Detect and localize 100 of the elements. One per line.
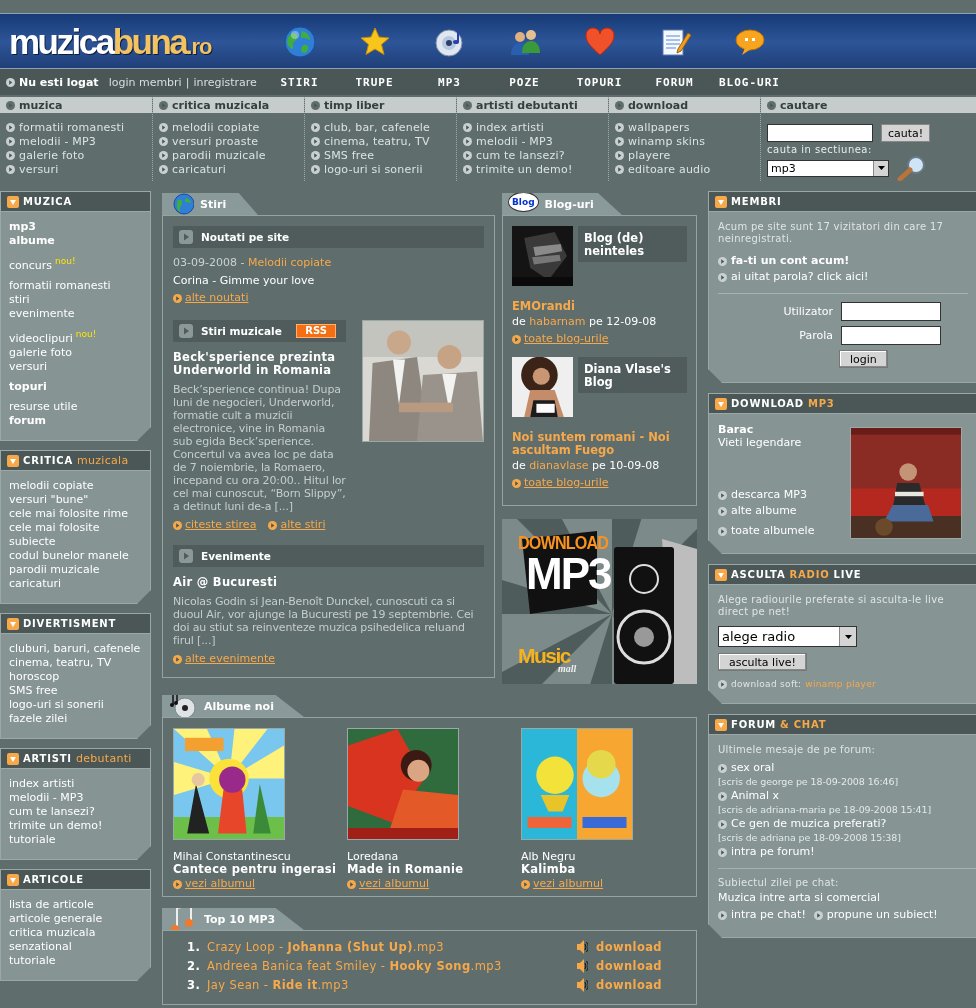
forum-post-link[interactable]: Ce gen de muzica preferati? bbox=[718, 816, 976, 832]
nav-tab[interactable]: FORUM bbox=[637, 14, 712, 95]
category-link[interactable]: parodii muzicale bbox=[159, 148, 304, 162]
more-link[interactable]: vezi albumul bbox=[173, 876, 256, 892]
text-field[interactable] bbox=[841, 326, 941, 345]
search-button[interactable]: cauta! bbox=[881, 124, 931, 142]
news-category-link[interactable]: Melodii copiate bbox=[247, 256, 332, 269]
player-link[interactable]: winamp player bbox=[805, 679, 876, 689]
song-link[interactable]: Jay Sean - Ride it.mp3 bbox=[207, 977, 349, 992]
more-link[interactable]: toate blog-urile bbox=[512, 331, 609, 347]
nav-tab[interactable]: BLOG-URI bbox=[712, 14, 787, 95]
category-link[interactable]: melodii copiate bbox=[159, 120, 304, 134]
blog-post-link[interactable]: EMOrandi bbox=[512, 300, 687, 313]
sidebar-link[interactable]: logo-uri si sonerii bbox=[9, 698, 142, 712]
account-link[interactable]: fa-ti un cont acum! bbox=[718, 253, 968, 269]
category-link[interactable]: club, bar, cafenele bbox=[311, 120, 456, 134]
more-link[interactable]: vezi albumul bbox=[347, 876, 430, 892]
listen-button[interactable]: asculta live! bbox=[718, 653, 807, 671]
download-link[interactable]: download bbox=[596, 977, 662, 992]
sidebar-link[interactable]: topuri bbox=[9, 380, 142, 394]
category-heading[interactable]: timp liber bbox=[305, 97, 456, 113]
sidebar-link[interactable]: evenimente bbox=[9, 307, 142, 321]
sidebar-link[interactable]: videoclipuri $^{nou!}$ bbox=[9, 327, 142, 346]
category-link[interactable]: logo-uri si sonerii bbox=[311, 162, 456, 176]
search-field[interactable] bbox=[767, 124, 873, 142]
author-link[interactable]: dianavlase bbox=[529, 459, 589, 472]
forum-post-link[interactable]: sex oral bbox=[718, 760, 976, 776]
download-link[interactable]: download bbox=[596, 958, 662, 973]
blog-title[interactable]: Diana Vlase's Blog bbox=[578, 357, 687, 393]
category-link[interactable]: SMS free bbox=[311, 148, 456, 162]
category-link[interactable]: winamp skins bbox=[615, 134, 760, 148]
author-link[interactable]: habarnam bbox=[529, 315, 586, 328]
song-link[interactable]: Crazy Loop - Johanna (Shut Up).mp3 bbox=[207, 939, 444, 954]
song-link[interactable]: Andreea Banica feat Smiley - Hooky Song.mp3 bbox=[207, 958, 502, 973]
sidebar-link[interactable]: cinema, teatru, TV bbox=[9, 656, 142, 670]
category-link[interactable]: index artisti bbox=[463, 120, 608, 134]
category-link[interactable]: versuri bbox=[6, 162, 152, 176]
more-link[interactable]: vezi albumul bbox=[521, 876, 604, 892]
category-link[interactable]: wallpapers bbox=[615, 120, 760, 134]
download-link[interactable]: download bbox=[596, 939, 662, 954]
album-link[interactable]: descarca MP3 bbox=[718, 487, 815, 503]
category-link[interactable]: formatii romanesti bbox=[6, 120, 152, 134]
sidebar-link[interactable]: melodii - MP3 bbox=[9, 791, 142, 805]
category-heading[interactable]: muzica bbox=[0, 97, 152, 113]
nav-tab[interactable]: TRUPE bbox=[337, 14, 412, 95]
sidebar-link[interactable]: trimite un demo! bbox=[9, 819, 142, 833]
sidebar-link[interactable]: mp3 bbox=[9, 220, 142, 234]
sidebar-link[interactable]: cluburi, baruri, cafenele bbox=[9, 642, 142, 656]
radio-select[interactable]: alege radio bbox=[718, 626, 857, 647]
sidebar-link[interactable]: articole generale bbox=[9, 912, 142, 926]
sidebar-link[interactable]: versuri bbox=[9, 360, 142, 374]
sidebar-link[interactable]: tutoriale bbox=[9, 954, 142, 968]
account-link[interactable]: ai uitat parola? click aici! bbox=[718, 269, 968, 285]
sidebar-link[interactable]: fazele zilei bbox=[9, 712, 142, 726]
more-link[interactable]: alte evenimente bbox=[173, 651, 275, 667]
account-link[interactable]: inregistrare bbox=[193, 75, 257, 89]
rss-badge[interactable]: RSS bbox=[296, 324, 336, 338]
category-link[interactable]: editoare audio bbox=[615, 162, 760, 176]
more-link[interactable]: citeste stirea bbox=[173, 517, 257, 533]
sidebar-link[interactable]: albume bbox=[9, 234, 142, 248]
category-link[interactable]: cum te lansezi? bbox=[463, 148, 608, 162]
sidebar-link[interactable]: galerie foto bbox=[9, 346, 142, 360]
sidebar-link[interactable]: versuri "bune" bbox=[9, 493, 142, 507]
nav-tab[interactable]: POZE bbox=[487, 14, 562, 95]
forum-post-link[interactable]: Animal x bbox=[718, 788, 976, 804]
sidebar-link[interactable]: forum bbox=[9, 414, 142, 428]
sidebar-link[interactable]: index artisti bbox=[9, 777, 142, 791]
site-logo[interactable]: muzicabuna.ro bbox=[9, 24, 212, 59]
category-link[interactable]: versuri proaste bbox=[159, 134, 304, 148]
sidebar-link[interactable]: lista de articole bbox=[9, 898, 142, 912]
category-link[interactable]: melodii - MP3 bbox=[6, 134, 152, 148]
sidebar-link[interactable]: cum te lansezi? bbox=[9, 805, 142, 819]
album-link[interactable]: toate albumele bbox=[718, 523, 815, 539]
category-link[interactable]: galerie foto bbox=[6, 148, 152, 162]
sidebar-link[interactable]: horoscop bbox=[9, 670, 142, 684]
category-heading[interactable]: download bbox=[609, 97, 760, 113]
sidebar-link[interactable]: concurs $^{nou!}$ bbox=[9, 254, 142, 273]
category-link[interactable]: trimite un demo! bbox=[463, 162, 608, 176]
section-select[interactable]: mp3 bbox=[767, 159, 889, 177]
sidebar-link[interactable]: resurse utile bbox=[9, 400, 142, 414]
sidebar-link[interactable]: caricaturi bbox=[9, 577, 142, 591]
sidebar-link[interactable]: stiri bbox=[9, 293, 142, 307]
album-link[interactable]: alte albume bbox=[718, 503, 815, 519]
more-link[interactable]: toate blog-urile bbox=[512, 475, 609, 491]
sidebar-link[interactable]: tutoriale bbox=[9, 833, 142, 847]
sidebar-link[interactable]: SMS free bbox=[9, 684, 142, 698]
sidebar-link[interactable]: melodii copiate bbox=[9, 479, 142, 493]
login-button[interactable]: login bbox=[839, 350, 888, 368]
more-link[interactable]: alte stiri bbox=[268, 517, 326, 533]
sidebar-link[interactable]: critica muzicala bbox=[9, 926, 142, 940]
sidebar-link[interactable]: parodii muzicale bbox=[9, 563, 142, 577]
nav-tab[interactable]: STIRI bbox=[262, 14, 337, 95]
category-heading[interactable]: artisti debutanti bbox=[457, 97, 608, 113]
sidebar-link[interactable]: senzational bbox=[9, 940, 142, 954]
blog-title[interactable]: Blog (de) neinteles bbox=[578, 226, 687, 262]
forum-link[interactable]: intra pe forum! bbox=[718, 844, 976, 860]
category-link[interactable]: cinema, teatru, TV bbox=[311, 134, 456, 148]
blog-post-link[interactable]: Noi suntem romani - Noi ascultam Fuego bbox=[512, 431, 687, 457]
nav-tab[interactable]: TOPURI bbox=[562, 14, 637, 95]
chat-link[interactable]: propune un subiect! bbox=[813, 907, 938, 923]
